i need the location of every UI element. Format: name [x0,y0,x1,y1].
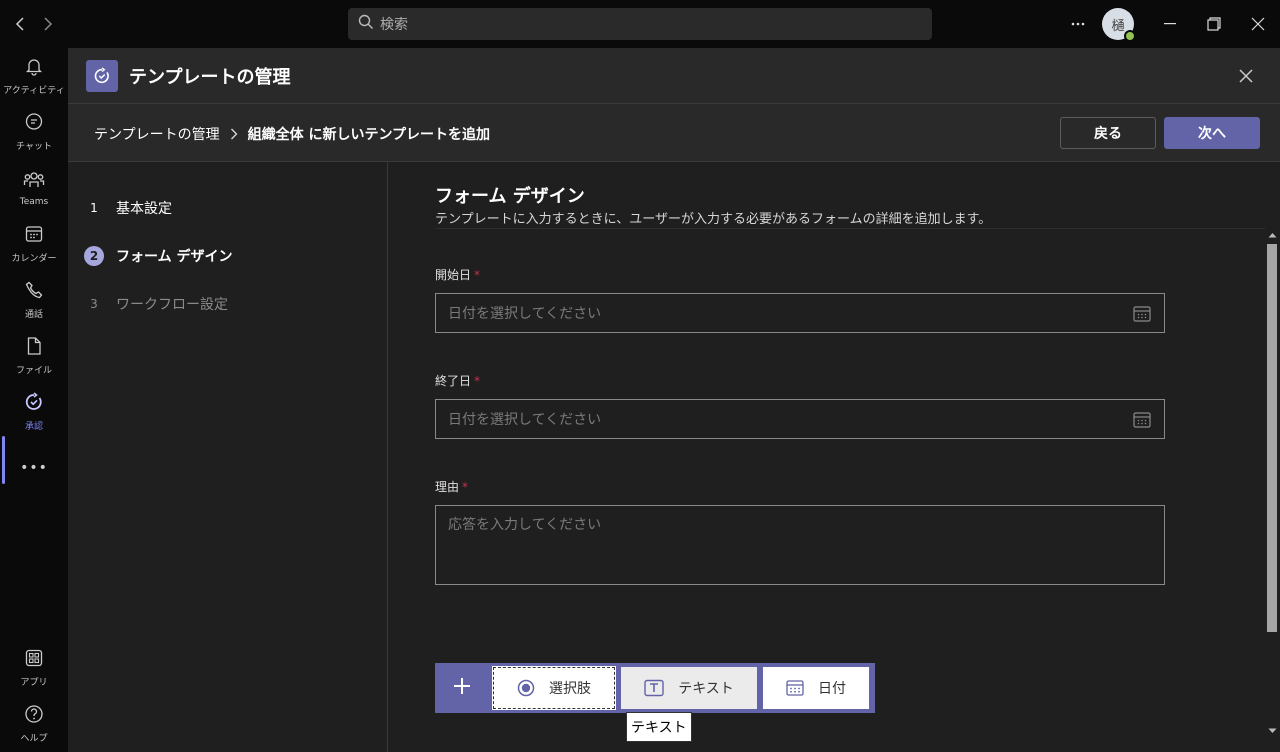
end-date-field[interactable]: 日付を選択してください [435,399,1165,439]
scrollbar-thumb[interactable] [1267,244,1277,632]
form-content: フォーム デザイン テンプレートに入力するときに、ユーザーが入力する必要があるフ… [389,162,1280,752]
more-options-icon[interactable] [1066,12,1090,36]
file-icon [24,336,44,360]
phone-icon [24,280,44,304]
plus-icon [453,677,471,699]
approvals-icon [24,392,44,416]
scroll-down-icon [1268,728,1277,733]
minimize-icon[interactable] [1158,12,1182,36]
step-label: フォーム デザイン [116,249,233,265]
rail-item-files[interactable]: ファイル [0,328,68,384]
add-question-bar: 選択肢 テキスト 日付 [435,663,875,713]
rail-label: チャット [16,142,52,152]
rail-item-help[interactable]: ヘルプ [0,696,68,752]
calendar-icon[interactable] [1132,304,1152,324]
rail-item-approvals[interactable]: 承認 [0,384,68,440]
main-panel: テンプレートの管理 テンプレートの管理 組織全体 に新しいテンプレートを追加 戻… [68,48,1280,752]
form-title: フォーム デザイン [435,186,585,207]
required-mark: * [474,268,481,282]
chat-icon [24,112,44,136]
rail-item-activity[interactable]: アクティビティ [0,48,68,104]
close-icon[interactable] [1234,64,1258,88]
field-label-reason: 理由 * [435,480,469,494]
rail-more-apps[interactable]: ••• [0,440,68,496]
restore-icon[interactable] [1202,12,1226,36]
rail-item-calendar[interactable]: カレンダー [0,216,68,272]
rail-label: 承認 [24,422,43,432]
app-rail: アクティビティ チャット Teams カレンダー 通話 ファイル 承認 ••• … [0,48,68,752]
step-label: 基本設定 [116,201,172,217]
rail-label: アプリ [20,678,48,688]
add-text-button[interactable]: テキスト [621,667,757,709]
reason-placeholder: 応答を入力してください [448,517,602,533]
start-date-field[interactable]: 日付を選択してください [435,293,1165,333]
presence-available-icon [1124,30,1136,42]
rail-item-apps[interactable]: アプリ [0,640,68,696]
calendar-icon [786,679,804,697]
add-choice-label: 選択肢 [549,681,591,697]
more-apps-icon: ••• [20,460,48,476]
add-date-button[interactable]: 日付 [763,667,869,709]
reason-textarea[interactable]: 応答を入力してください [435,505,1165,585]
search-icon [358,14,374,34]
avatar[interactable]: 樋 [1102,8,1136,42]
field-label-start-date: 開始日 * [435,268,481,282]
tooltip: テキスト [626,712,692,742]
calendar-icon [24,224,44,248]
form-subtitle: テンプレートに入力するときに、ユーザーが入力する必要があるフォームの詳細を追加し… [435,212,992,227]
rail-item-teams[interactable]: Teams [0,160,68,216]
bell-icon [24,56,44,80]
step-list: 1 基本設定 2 フォーム デザイン 3 ワークフロー設定 [68,162,388,752]
help-icon [24,704,44,728]
rail-label: ヘルプ [20,734,48,744]
search-input[interactable]: 検索 [348,8,932,40]
step-number: 1 [90,201,98,215]
radio-icon [517,679,535,697]
step-basic-settings[interactable]: 1 基本設定 [84,196,172,220]
step-label: ワークフロー設定 [116,297,228,313]
chevron-right-icon [230,128,238,140]
breadcrumb: テンプレートの管理 組織全体 に新しいテンプレートを追加 [94,124,490,144]
add-text-label: テキスト [678,681,734,697]
app-header: テンプレートの管理 [68,48,1280,104]
add-date-label: 日付 [818,681,846,697]
rail-label: アクティビティ [3,86,65,96]
next-button[interactable]: 次へ [1164,117,1260,149]
step-number: 2 [84,246,104,266]
scroll-up-icon [1268,233,1277,238]
calendar-icon[interactable] [1132,410,1152,430]
approvals-app-icon [86,60,118,92]
field-label-end-date: 終了日 * [435,374,481,388]
step-number: 3 [90,297,98,311]
add-choice-button[interactable]: 選択肢 [492,666,616,710]
apps-icon [24,648,44,672]
text-icon [644,679,664,697]
avatar-initial: 樋 [1111,18,1125,34]
rail-label: カレンダー [11,254,57,264]
required-mark: * [474,374,481,388]
add-question-button[interactable] [435,663,489,713]
forward-arrow-icon[interactable] [38,12,58,36]
rail-item-chat[interactable]: チャット [0,104,68,160]
rail-label: 通話 [24,310,43,320]
rail-label: Teams [19,196,49,207]
rail-item-calls[interactable]: 通話 [0,272,68,328]
required-mark: * [462,480,469,494]
close-window-icon[interactable] [1246,12,1270,36]
breadcrumb-bar: テンプレートの管理 組織全体 に新しいテンプレートを追加 戻る 次へ [68,104,1280,162]
search-placeholder: 検索 [380,17,408,33]
back-arrow-icon[interactable] [10,12,30,36]
step-workflow-settings[interactable]: 3 ワークフロー設定 [84,292,228,316]
step-form-design[interactable]: 2 フォーム デザイン [84,244,232,268]
page-title: テンプレートの管理 [129,67,291,88]
divider [435,228,1275,229]
breadcrumb-current: 組織全体 に新しいテンプレートを追加 [247,127,491,143]
rail-label: ファイル [15,366,52,376]
teams-icon [23,170,45,194]
end-date-placeholder: 日付を選択してください [448,412,602,428]
back-button[interactable]: 戻る [1060,117,1156,149]
breadcrumb-parent[interactable]: テンプレートの管理 [94,124,220,144]
start-date-placeholder: 日付を選択してください [448,306,602,322]
title-bar: 検索 樋 [0,0,1280,48]
